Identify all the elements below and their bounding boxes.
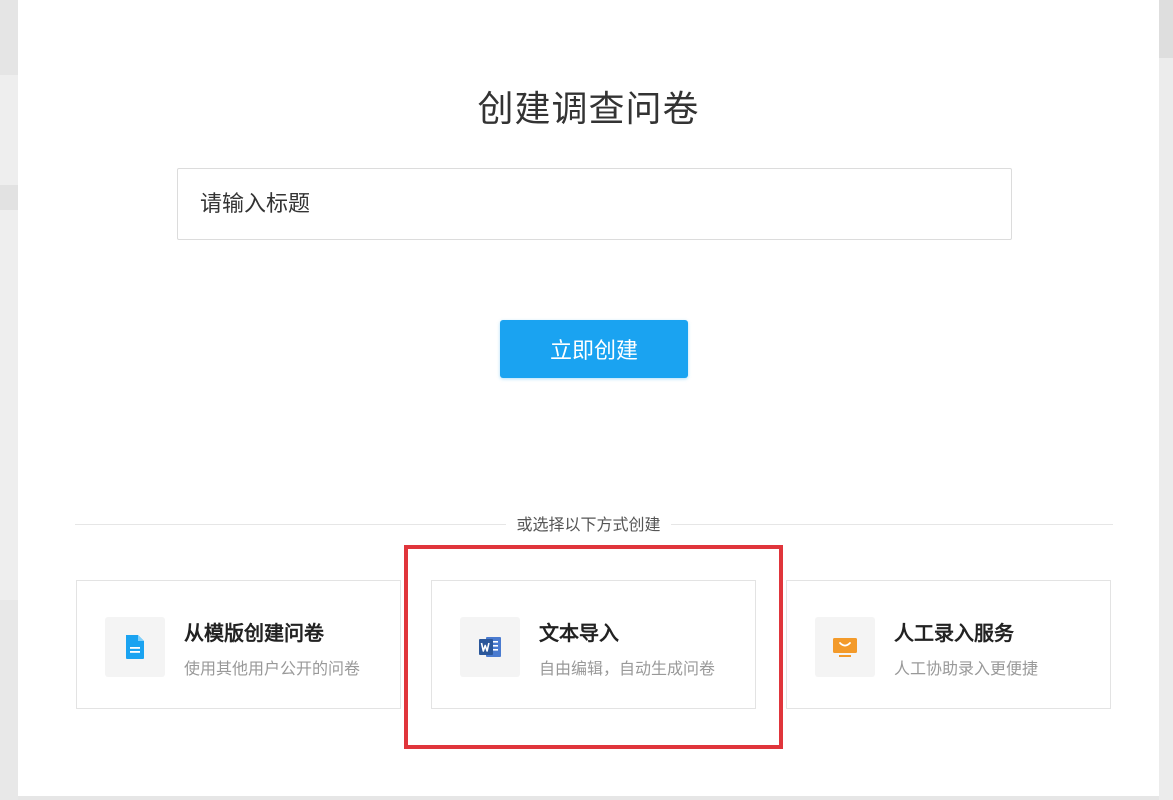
background-left-edge [0, 0, 18, 800]
option-title: 文本导入 [539, 621, 619, 645]
background-band [0, 185, 18, 210]
word-icon [460, 617, 520, 677]
option-title: 从模版创建问卷 [184, 621, 324, 645]
monitor-icon [815, 617, 875, 677]
option-card-text-import[interactable]: 文本导入 自由编辑，自动生成问卷 [431, 580, 756, 709]
background-band [1159, 0, 1173, 58]
background-right-edge [1159, 0, 1173, 800]
divider-label: 或选择以下方式创建 [506, 515, 671, 535]
option-card-manual-entry[interactable]: 人工录入服务 人工协助录入更便捷 [786, 580, 1111, 709]
survey-title-input[interactable] [177, 168, 1012, 240]
option-card-template[interactable]: 从模版创建问卷 使用其他用户公开的问卷 [76, 580, 401, 709]
create-survey-modal: 创建调查问卷 立即创建 或选择以下方式创建 从模版创建问卷 使用其他用户公开的问… [18, 0, 1159, 800]
document-icon [105, 617, 165, 677]
option-description: 人工协助录入更便捷 [894, 659, 1039, 678]
create-now-button[interactable]: 立即创建 [500, 320, 688, 378]
option-title: 人工录入服务 [894, 621, 1014, 645]
background-band [0, 0, 18, 75]
background-band [0, 600, 18, 800]
alternative-methods-divider: 或选择以下方式创建 [18, 515, 1159, 535]
option-description: 使用其他用户公开的问卷 [184, 659, 361, 678]
modal-title: 创建调查问卷 [477, 89, 700, 130]
option-description: 自由编辑，自动生成问卷 [539, 659, 716, 678]
